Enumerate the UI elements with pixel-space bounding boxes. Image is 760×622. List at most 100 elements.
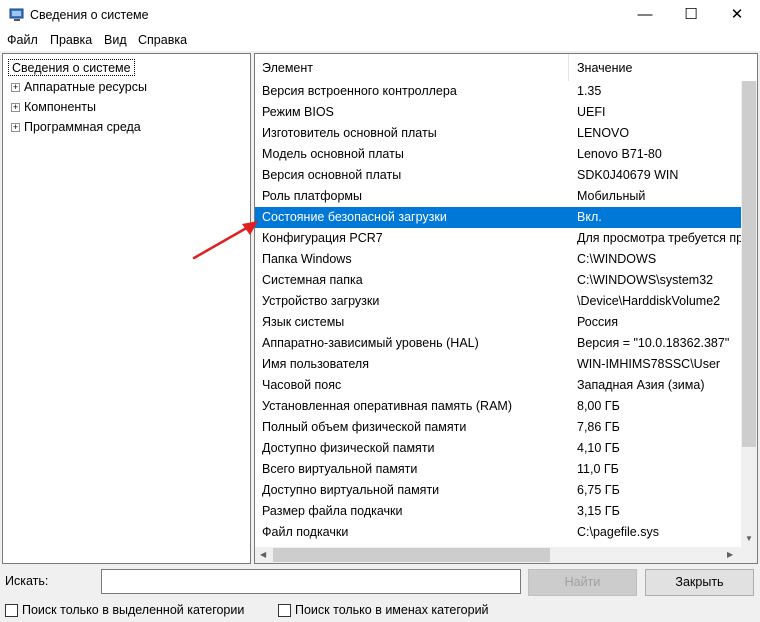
table-row[interactable]: Имя пользователя WIN-IMHIMS78SSC\User — [255, 354, 741, 375]
table-row[interactable]: Состояние безопасной загрузки Вкл. — [255, 207, 741, 228]
row-item-cell: Версия основной платы — [262, 168, 402, 182]
table-row[interactable]: Изготовитель основной платы LENOVO — [255, 123, 741, 144]
vertical-scrollbar[interactable]: ▼ — [741, 81, 757, 548]
row-item-cell: Роль платформы — [262, 189, 362, 203]
table-row[interactable]: Доступно физической памяти 4,10 ГБ — [255, 438, 741, 459]
table-row[interactable]: Аппаратно-зависимый уровень (HAL) Версия … — [255, 333, 741, 354]
category-tree[interactable]: Сведения о системе + Аппаратные ресурсы … — [2, 53, 251, 564]
details-list[interactable]: Элемент Значение Версия встроенного конт… — [254, 53, 758, 564]
row-value-cell: UEFI — [577, 105, 606, 119]
row-item-cell: Версия встроенного контроллера — [262, 84, 457, 98]
table-row[interactable]: Полный объем физической памяти 7,86 ГБ — [255, 417, 741, 438]
row-value-cell: 1.35 — [577, 84, 602, 98]
row-item-cell: Полный объем физической памяти — [262, 420, 467, 434]
row-item-cell: Доступно физической памяти — [262, 441, 435, 455]
table-row[interactable]: Размер файла подкачки 3,15 ГБ — [255, 501, 741, 522]
row-value-cell: Lenovo B71-80 — [577, 147, 662, 161]
table-row[interactable]: Доступно виртуальной памяти 6,75 ГБ — [255, 480, 741, 501]
row-value-cell: LENOVO — [577, 126, 630, 140]
horizontal-scrollbar[interactable]: ◀ ▶ — [255, 547, 741, 563]
table-row[interactable]: Установленная оперативная память (RAM) 8,… — [255, 396, 741, 417]
title-bar: Сведения о системе — ☐ ✕ — [0, 0, 760, 30]
close-button[interactable]: Закрыть — [645, 569, 754, 596]
row-value-cell: SDK0J40679 WIN — [577, 168, 679, 182]
tree-root-system-summary[interactable]: Сведения о системе — [8, 59, 135, 76]
row-value-cell: 7,86 ГБ — [577, 420, 620, 434]
list-rows: Версия встроенного контроллера 1.35 Режим … — [255, 81, 741, 543]
find-button[interactable]: Найти — [528, 569, 637, 596]
expand-plus-icon[interactable]: + — [11, 83, 20, 92]
row-item-cell: Установленная оперативная память (RAM) — [262, 399, 512, 413]
row-value-cell: 8,00 ГБ — [577, 399, 620, 413]
vertical-scroll-thumb[interactable] — [742, 81, 756, 447]
row-item-cell: Файл подкачки — [262, 525, 349, 539]
checkbox-label: Поиск только в именах категорий — [295, 603, 489, 617]
table-row[interactable]: Версия основной платы SDK0J40679 WIN — [255, 165, 741, 186]
table-row[interactable]: Версия встроенного контроллера 1.35 — [255, 81, 741, 102]
row-value-cell: WIN-IMHIMS78SSC\User — [577, 357, 721, 371]
menu-bar: Файл Правка Вид Справка — [0, 30, 760, 51]
row-value-cell: \Device\HarddiskVolume2 — [577, 294, 721, 308]
row-value-cell: C:\WINDOWS — [577, 252, 657, 266]
row-item-cell: Язык системы — [262, 315, 345, 329]
table-row[interactable]: Режим BIOS UEFI — [255, 102, 741, 123]
expand-plus-icon[interactable]: + — [11, 103, 20, 112]
minimize-button[interactable]: — — [622, 0, 668, 30]
table-row[interactable]: Часовой пояс Западная Азия (зима) — [255, 375, 741, 396]
table-row[interactable]: Файл подкачки C:\pagefile.sys — [255, 522, 741, 543]
table-row[interactable]: Устройство загрузки \Device\HarddiskVolum… — [255, 291, 741, 312]
row-value-cell: Версия = "10.0.18362.387" — [577, 336, 730, 350]
table-row[interactable]: Модель основной платы Lenovo B71-80 — [255, 144, 741, 165]
maximize-button[interactable]: ☐ — [668, 0, 714, 30]
row-value-cell: Западная Азия (зима) — [577, 378, 705, 392]
system-info-app-icon — [9, 8, 24, 21]
horizontal-scroll-thumb[interactable] — [273, 548, 550, 562]
row-item-cell: Режим BIOS — [262, 105, 334, 119]
row-item-cell: Размер файла подкачки — [262, 504, 403, 518]
row-item-cell: Устройство загрузки — [262, 294, 380, 308]
column-header-value[interactable]: Значение — [577, 61, 632, 75]
scroll-left-arrow-icon[interactable]: ◀ — [260, 550, 266, 559]
row-item-cell: Конфигурация PCR7 — [262, 231, 383, 245]
column-divider[interactable] — [568, 54, 569, 81]
row-value-cell: C:\pagefile.sys — [577, 525, 659, 539]
table-row[interactable]: Папка Windows C:\WINDOWS — [255, 249, 741, 270]
row-value-cell: Россия — [577, 315, 618, 329]
row-value-cell: 6,75 ГБ — [577, 483, 620, 497]
row-value-cell: Для просмотра требуется пра — [577, 231, 741, 245]
search-input[interactable] — [101, 569, 521, 594]
checkbox-box[interactable] — [278, 604, 291, 617]
row-item-cell: Доступно виртуальной памяти — [262, 483, 440, 497]
row-value-cell: Вкл. — [577, 210, 602, 224]
row-value-cell: 3,15 ГБ — [577, 504, 620, 518]
table-row[interactable]: Роль платформы Мобильный — [255, 186, 741, 207]
table-row[interactable]: Язык системы Россия — [255, 312, 741, 333]
row-item-cell: Системная папка — [262, 273, 363, 287]
table-row[interactable]: Конфигурация PCR7 Для просмотра требуется… — [255, 228, 741, 249]
row-value-cell: Мобильный — [577, 189, 646, 203]
row-value-cell: 11,0 ГБ — [577, 462, 619, 476]
checkbox-box[interactable] — [5, 604, 18, 617]
scroll-down-arrow-icon[interactable]: ▼ — [745, 534, 753, 543]
expand-plus-icon[interactable]: + — [11, 123, 20, 132]
menu-view[interactable]: Вид — [104, 33, 127, 47]
scroll-right-arrow-icon[interactable]: ▶ — [727, 550, 733, 559]
row-item-cell: Модель основной платы — [262, 147, 404, 161]
tree-item-label: Программная среда — [24, 120, 141, 134]
menu-edit[interactable]: Правка — [50, 33, 92, 47]
row-item-cell: Состояние безопасной загрузки — [262, 210, 447, 224]
scrollbar-corner — [741, 547, 757, 563]
tree-item-label: Аппаратные ресурсы — [24, 80, 147, 94]
column-header-item[interactable]: Элемент — [262, 61, 313, 75]
window-title: Сведения о системе — [30, 8, 149, 22]
menu-file[interactable]: Файл — [7, 33, 38, 47]
row-item-cell: Папка Windows — [262, 252, 352, 266]
row-item-cell: Часовой пояс — [262, 378, 342, 392]
table-row[interactable]: Системная папка C:\WINDOWS\system32 — [255, 270, 741, 291]
menu-help[interactable]: Справка — [138, 33, 187, 47]
tree-item-label: Компоненты — [24, 100, 97, 114]
table-row[interactable]: Всего виртуальной памяти 11,0 ГБ — [255, 459, 741, 480]
close-window-button[interactable]: ✕ — [714, 0, 760, 30]
row-value-cell: 4,10 ГБ — [577, 441, 620, 455]
row-value-cell: C:\WINDOWS\system32 — [577, 273, 714, 287]
